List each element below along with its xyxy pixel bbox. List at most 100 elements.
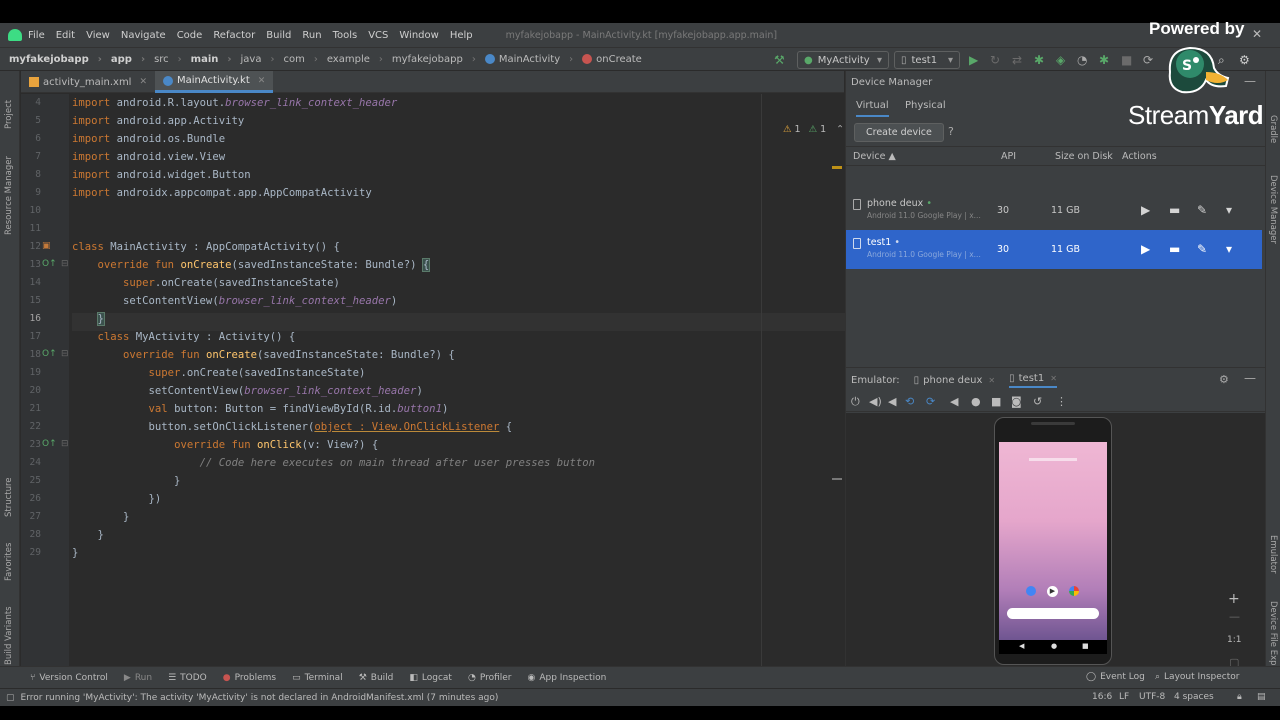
run-icon[interactable]: ▶ [969, 53, 978, 67]
emulator-tab-test1[interactable]: ▯ test1 ✕ [1009, 373, 1057, 388]
google-search-bar[interactable] [1007, 608, 1099, 619]
menu-refactor[interactable]: Refactor [213, 30, 255, 41]
menu-code[interactable]: Code [177, 30, 203, 41]
overview-icon[interactable]: ■ [991, 395, 1001, 408]
nav-recents-icon[interactable]: ■ [1082, 642, 1089, 650]
emulator-settings-icon[interactable]: ⚙ [1219, 373, 1229, 386]
version-control-tool[interactable]: ⑂ Version Control [30, 673, 108, 683]
more-actions-chevron-icon[interactable]: ▾ [1226, 203, 1232, 217]
power-icon[interactable]: ⏻ [851, 395, 860, 409]
status-message[interactable]: Error running 'MyActivity': The activity… [21, 693, 499, 703]
edit-device-icon[interactable]: ✎ [1197, 242, 1207, 256]
zoom-out-icon[interactable]: — [1229, 610, 1240, 623]
stop-icon[interactable]: ■ [1121, 53, 1132, 67]
rotate-right-icon[interactable]: ⟳ [926, 395, 935, 408]
close-tab-icon[interactable]: ✕ [1050, 374, 1057, 383]
project-tool-tab[interactable]: Project [4, 100, 14, 129]
gradle-tool-tab[interactable]: Gradle [1268, 115, 1278, 143]
breadcrumb-module[interactable]: app [111, 54, 145, 65]
more-options-icon[interactable]: ⋮ [1056, 395, 1067, 408]
apply-changes-icon[interactable]: ↻ [990, 53, 1000, 67]
breadcrumb-com[interactable]: com [283, 54, 317, 65]
fold-icon[interactable]: ⊟ [61, 439, 69, 449]
phone-screen[interactable]: ▶ [999, 442, 1107, 640]
menu-view[interactable]: View [86, 30, 110, 41]
device-manager-tool-tab[interactable]: Device Manager [1268, 175, 1278, 244]
code-editor[interactable]: 4 5 6 7 8 9 10 11 12 13 14 15 16 17 18 1… [21, 94, 885, 683]
menu-window[interactable]: Window [399, 30, 438, 41]
fold-icon[interactable]: ⊟ [61, 349, 69, 359]
back-icon[interactable]: ◀ [950, 395, 958, 408]
launch-device-icon[interactable]: ▶ [1141, 242, 1150, 256]
breadcrumb-java[interactable]: java [241, 54, 275, 65]
menu-run[interactable]: Run [302, 30, 321, 41]
emulator-tab-phone-deux[interactable]: ▯ phone deux ✕ [914, 375, 995, 386]
profile-icon[interactable]: ◔ [1077, 53, 1087, 67]
previous-highlight-icon[interactable]: ⌃ [836, 124, 844, 135]
debug-icon[interactable]: ✱ [1034, 53, 1044, 67]
settings-gear-icon[interactable]: ⚙ [1239, 53, 1250, 67]
menu-navigate[interactable]: Navigate [121, 30, 166, 41]
problems-tool[interactable]: ● Problems [223, 673, 276, 683]
terminal-tool[interactable]: ▭ Terminal [292, 673, 343, 683]
run-configuration-select[interactable]: ● MyActivity ▾ [797, 51, 889, 69]
todo-tool[interactable]: ☰ TODO [168, 673, 207, 683]
menu-help[interactable]: Help [450, 30, 473, 41]
rotate-left-icon[interactable]: ⟲ [905, 395, 914, 408]
lock-icon[interactable]: 🔒︎ [1237, 692, 1242, 702]
device-row[interactable]: phone deux • Android 11.0 Google Play | … [846, 191, 1262, 230]
close-tab-icon[interactable]: ✕ [139, 77, 147, 87]
home-icon[interactable]: ● [971, 395, 981, 408]
breadcrumb-package[interactable]: myfakejobapp [392, 54, 476, 65]
more-actions-chevron-icon[interactable]: ▾ [1226, 242, 1232, 256]
open-folder-icon[interactable]: ▬ [1169, 242, 1180, 256]
line-separator[interactable]: LF [1119, 692, 1129, 702]
run-tool[interactable]: ▶ Run [124, 673, 152, 683]
fold-icon[interactable]: ⊟ [61, 259, 69, 269]
logcat-tool[interactable]: ◧ Logcat [409, 673, 452, 683]
zoom-in-icon[interactable]: + [1228, 591, 1240, 607]
chrome-app-icon[interactable] [1069, 586, 1079, 596]
override-gutter-icon[interactable]: O↑ [42, 439, 57, 449]
breadcrumb-src[interactable]: src [154, 54, 182, 65]
close-tab-icon[interactable]: ✕ [988, 376, 995, 385]
play-store-app-icon[interactable]: ▶ [1047, 586, 1058, 597]
toggle-tool-windows-icon[interactable]: ▢ [6, 693, 15, 703]
attach-debugger-icon[interactable]: ✱ [1099, 53, 1109, 67]
favorites-tool-tab[interactable]: Favorites [4, 543, 14, 581]
sync-gradle-icon[interactable]: ⟳ [1143, 53, 1153, 67]
layout-inspector-tool[interactable]: ⌕ Layout Inspector [1155, 672, 1239, 682]
emulator-display[interactable]: ▶ ◀ ● ■ + — 1:1 ▢ [846, 413, 1266, 684]
launch-device-icon[interactable]: ▶ [1141, 203, 1150, 217]
breadcrumb-class[interactable]: MainActivity [484, 54, 573, 65]
resource-manager-tool-tab[interactable]: Resource Manager [4, 156, 14, 235]
snapshot-icon[interactable]: ↺ [1033, 395, 1042, 408]
scrollbar-warning-marker[interactable] [832, 166, 842, 169]
event-log-tool[interactable]: ◯ Event Log [1086, 672, 1145, 682]
override-gutter-icon[interactable]: O↑ [42, 349, 57, 359]
volume-down-icon[interactable]: ◀ [888, 395, 896, 408]
file-encoding[interactable]: UTF-8 [1139, 692, 1165, 702]
minimize-panel-icon[interactable]: — [1244, 74, 1256, 88]
tab-main-activity-kt[interactable]: MainActivity.kt ✕ [155, 71, 274, 93]
close-tab-icon[interactable]: ✕ [258, 76, 266, 86]
tab-physical[interactable]: Physical [905, 100, 946, 111]
messages-app-icon[interactable] [1026, 586, 1036, 596]
screenshot-camera-icon[interactable]: ◙ [1011, 395, 1022, 408]
app-inspection-tool[interactable]: ◉ App Inspection [528, 673, 607, 683]
indent-setting[interactable]: 4 spaces [1174, 692, 1214, 702]
breadcrumb-method[interactable]: onCreate [582, 54, 651, 65]
menu-file[interactable]: File [28, 30, 45, 41]
nav-back-icon[interactable]: ◀ [1019, 642, 1024, 650]
build-tool[interactable]: ⚒ Build [359, 673, 394, 683]
column-api[interactable]: API [1001, 151, 1016, 162]
build-variants-tool-tab[interactable]: Build Variants [4, 606, 14, 665]
menu-tools[interactable]: Tools [333, 30, 358, 41]
menu-build[interactable]: Build [266, 30, 291, 41]
android-activity-gutter-icon[interactable]: ▣ [42, 241, 51, 251]
edit-device-icon[interactable]: ✎ [1197, 203, 1207, 217]
apply-code-changes-icon[interactable]: ⇄ [1012, 53, 1022, 67]
breadcrumb-project[interactable]: myfakejobapp [9, 54, 102, 65]
coverage-icon[interactable]: ◈ [1056, 53, 1065, 67]
open-folder-icon[interactable]: ▬ [1169, 203, 1180, 217]
